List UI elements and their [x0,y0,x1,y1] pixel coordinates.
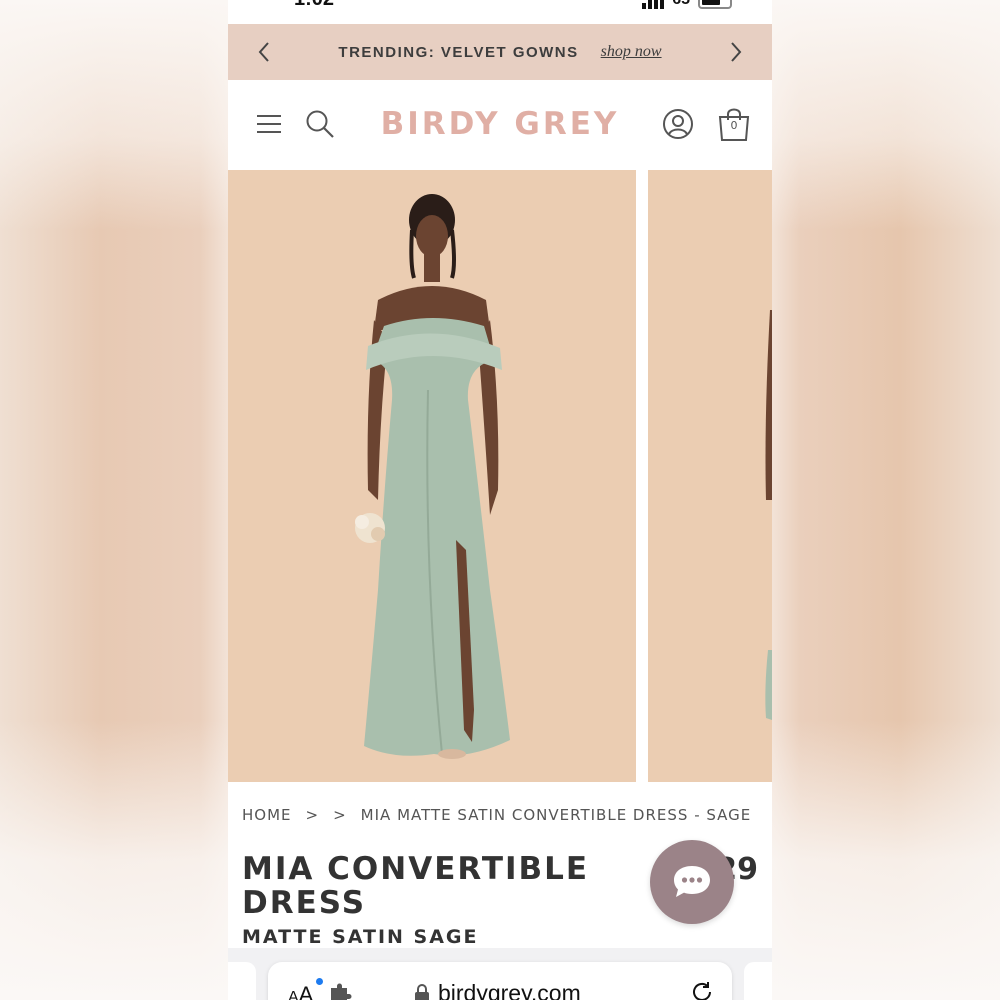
battery-percent: 65 [672,0,690,9]
promo-text: TRENDING: VELVET GOWNS [338,43,579,61]
model-illustration-partial [765,310,772,720]
url-display[interactable]: birdygrey.com [414,980,581,1000]
signal-icon [642,0,665,9]
phone-screen: 1:02 65 TRENDING: VELVET GOWNS shop now … [228,0,772,1000]
chevron-left-icon[interactable] [250,38,278,66]
product-title: MIA CONVERTIBLE DRESS [242,851,590,921]
reload-icon[interactable] [690,980,714,1000]
puzzle-extension-icon[interactable] [328,982,352,1000]
status-time: 1:02 [294,0,334,11]
url-text: birdygrey.com [438,980,581,1000]
shopping-bag-icon[interactable]: 0 [714,104,754,144]
previous-tab[interactable] [228,962,256,1000]
breadcrumb-separator: > [305,806,320,824]
chevron-right-icon[interactable] [722,38,750,66]
product-photo-next[interactable] [648,170,772,782]
address-bar[interactable]: AAAA birdygrey.com [268,962,732,1000]
product-gallery[interactable] [228,170,772,782]
chat-bubble-icon [674,866,710,897]
promo-banner: TRENDING: VELVET GOWNS shop now [228,24,772,80]
browser-toolbar: AAAA birdygrey.com [228,948,772,1000]
site-header: BIRDY GREY 0 [228,80,772,170]
status-bar: 1:02 65 [228,0,772,24]
chat-button[interactable] [650,840,734,924]
model-illustration [355,194,510,759]
product-subtitle: MATTE SATIN SAGE [242,926,479,948]
account-icon[interactable] [658,104,698,144]
breadcrumb-home[interactable]: HOME [242,806,292,824]
next-tab[interactable] [744,962,772,1000]
breadcrumb-separator: > [333,806,347,824]
shop-now-link[interactable]: shop now [601,43,662,61]
notification-dot [316,978,323,985]
battery-icon [698,0,732,9]
reader-settings-button[interactable]: AAAA [288,982,313,1000]
breadcrumb: HOME > > MIA MATTE SATIN CONVERTIBLE DRE… [242,806,751,824]
breadcrumb-current: MIA MATTE SATIN CONVERTIBLE DRESS - SAGE [360,806,752,824]
lock-icon [415,983,429,1000]
cart-count: 0 [730,119,738,132]
product-photo-main[interactable] [228,170,636,782]
status-indicators: 65 [642,0,732,9]
